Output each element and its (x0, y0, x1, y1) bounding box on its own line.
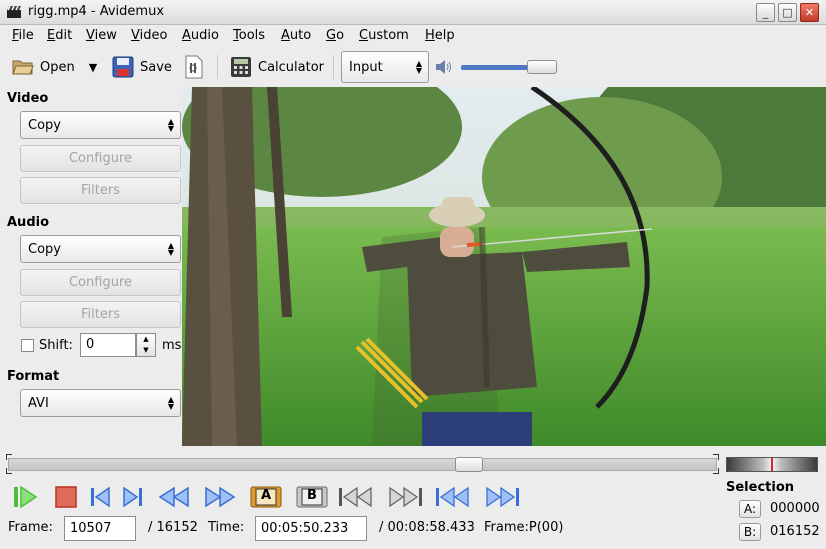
save-disk-icon (112, 56, 134, 78)
selection-b-value: 016152 (770, 524, 820, 539)
save-button[interactable]: Save (112, 54, 172, 80)
go-to-first-frame-button[interactable] (434, 485, 472, 509)
side-panel: Video Copy ▲ ▼ Configure Filters Audio Co… (0, 87, 182, 446)
shift-value-input[interactable]: 0 (80, 333, 136, 357)
audio-section-heading: Audio (7, 215, 50, 230)
video-codec-value: Copy (28, 117, 61, 133)
stop-button[interactable] (54, 485, 78, 509)
toolbar-separator (333, 55, 334, 79)
frame-label: Frame: (8, 520, 53, 535)
menu-auto[interactable]: Auto (281, 28, 311, 43)
next-frame-button[interactable] (121, 485, 145, 509)
menu-tools[interactable]: Tools (233, 28, 265, 43)
volume-slider[interactable] (461, 60, 557, 74)
selection-a-value: 000000 (770, 501, 820, 516)
timeline-frame (6, 454, 719, 474)
volume-slider-handle[interactable] (527, 60, 557, 74)
go-to-last-frame-button[interactable] (483, 485, 521, 509)
menu-video[interactable]: Video (131, 28, 167, 43)
maximize-button[interactable]: □ (778, 3, 797, 22)
audio-configure-button[interactable]: Configure (20, 269, 181, 296)
shift-unit-label: ms (162, 338, 182, 353)
time-total: / 00:08:58.433 (379, 520, 475, 535)
open-button[interactable]: Open ▼ (12, 54, 97, 80)
save-label: Save (140, 59, 172, 75)
set-marker-a-button[interactable]: A (250, 486, 282, 508)
select-arrows-icon: ▲ ▼ (167, 395, 174, 411)
video-frame-image (182, 87, 826, 446)
selection-a-button[interactable]: A: (739, 500, 761, 518)
menu-edit[interactable]: Edit (47, 28, 72, 43)
marker-a-label: A (261, 488, 272, 503)
video-codec-select[interactable]: Copy ▲ ▼ (20, 111, 181, 139)
previous-frame-button[interactable] (88, 485, 112, 509)
shift-spinner[interactable]: ▲ ▼ (136, 333, 156, 357)
folder-open-icon (12, 60, 34, 75)
previous-keyframe-button[interactable] (157, 485, 191, 509)
window-title: rigg.mp4 - Avidemux (28, 4, 165, 19)
audio-codec-value: Copy (28, 241, 61, 257)
input-output-combo[interactable]: Input ▲ ▼ (341, 51, 429, 83)
video-configure-button[interactable]: Configure (20, 145, 181, 172)
calculator-button[interactable]: Calculator (230, 54, 324, 80)
avidemux-clapper-icon (7, 5, 21, 18)
time-input[interactable]: 00:05:50.233 (255, 516, 367, 541)
go-to-marker-b-button[interactable] (386, 485, 424, 509)
selection-b-button[interactable]: B: (739, 523, 761, 541)
speaker-icon (436, 60, 451, 74)
play-button[interactable] (13, 485, 37, 509)
video-preview (182, 87, 826, 446)
menu-file[interactable]: File (12, 28, 34, 43)
selection-heading: Selection (726, 480, 795, 495)
input-combo-value: Input (349, 59, 383, 75)
close-button[interactable]: ✕ (800, 3, 819, 22)
toolbar: Open ▼ Save Calculator Input ▲ ▼ (0, 47, 826, 87)
marker-b-label: B (307, 488, 317, 503)
chevron-down-icon[interactable]: ▼ (89, 61, 97, 74)
menu-audio[interactable]: Audio (182, 28, 219, 43)
jog-center-marker (771, 458, 773, 471)
properties-button[interactable] (184, 54, 204, 80)
file-properties-icon (185, 55, 203, 79)
frame-total: / 16152 (148, 520, 198, 535)
menu-view[interactable]: View (86, 28, 117, 43)
next-keyframe-button[interactable] (203, 485, 237, 509)
jog-shuttle[interactable] (726, 457, 818, 472)
timeline-track[interactable] (8, 457, 717, 472)
audio-codec-select[interactable]: Copy ▲ ▼ (20, 235, 181, 263)
time-label: Time: (208, 520, 245, 535)
go-to-marker-a-button[interactable] (337, 485, 375, 509)
set-marker-b-button[interactable]: B (296, 486, 328, 508)
frame-number-input[interactable]: 10507 (64, 516, 136, 541)
toolbar-separator (217, 55, 218, 79)
open-label: Open (40, 59, 75, 75)
shift-checkbox[interactable] (21, 339, 34, 352)
menu-help[interactable]: Help (425, 28, 455, 43)
audio-filters-button[interactable]: Filters (20, 301, 181, 328)
timeline-slider-handle[interactable] (454, 457, 483, 472)
output-format-select[interactable]: AVI ▲ ▼ (20, 389, 181, 417)
menu-bar: File Edit View Video Audio Tools Auto Go… (0, 25, 826, 47)
output-format-value: AVI (28, 395, 49, 411)
frame-type: Frame:P(00) (484, 520, 564, 535)
calculator-icon (231, 57, 251, 77)
title-bar: rigg.mp4 - Avidemux _ □ ✕ (0, 0, 826, 25)
calculator-label: Calculator (258, 59, 325, 75)
menu-go[interactable]: Go (326, 28, 344, 43)
format-section-heading: Format (7, 369, 60, 384)
shift-label: Shift: (39, 338, 73, 353)
select-arrows-icon: ▲ ▼ (167, 241, 174, 257)
combo-arrows-icon: ▲ ▼ (415, 59, 422, 75)
minimize-button[interactable]: _ (756, 3, 775, 22)
menu-custom[interactable]: Custom (359, 28, 409, 43)
video-filters-button[interactable]: Filters (20, 177, 181, 204)
video-section-heading: Video (7, 91, 49, 106)
select-arrows-icon: ▲ ▼ (167, 117, 174, 133)
